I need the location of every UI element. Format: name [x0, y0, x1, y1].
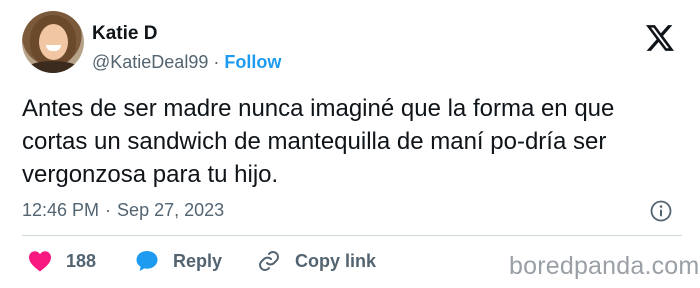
x-logo-icon[interactable]: [646, 25, 674, 51]
tweet-card: Katie D @KatieDeal99 · Follow Antes de ser…: [0, 0, 700, 288]
like-count: 188: [66, 250, 97, 271]
divider: [22, 235, 682, 236]
follow-button[interactable]: Follow: [224, 52, 281, 72]
avatar-shoulder: [24, 61, 82, 73]
watermark: boredpanda.com: [509, 252, 700, 280]
reply-label: Reply: [173, 250, 223, 271]
timestamp[interactable]: 12:46 PM · Sep 27, 2023: [22, 200, 224, 221]
timestamp-separator: ·: [105, 200, 112, 220]
tweet-text: Antes de ser madre nunca imaginé que la …: [22, 95, 615, 188]
handle-row: @KatieDeal99 · Follow: [92, 52, 281, 73]
copy-link-button[interactable]: Copy link: [257, 246, 376, 276]
avatar[interactable]: [22, 11, 84, 73]
reply-button[interactable]: Reply: [135, 246, 222, 276]
user-name[interactable]: Katie D: [92, 23, 157, 45]
info-icon[interactable]: [650, 200, 672, 222]
link-icon: [259, 251, 279, 271]
tweet-time: 12:46 PM: [22, 200, 100, 220]
avatar-face: [39, 24, 68, 60]
speech-bubble-icon: [136, 251, 158, 271]
tweet-date: Sep 27, 2023: [117, 200, 225, 220]
user-handle[interactable]: @KatieDeal99: [92, 52, 208, 72]
handle-separator: ·: [213, 52, 220, 72]
heart-icon: [29, 251, 51, 272]
copy-link-label: Copy link: [295, 250, 377, 271]
like-button[interactable]: 188: [28, 246, 96, 276]
